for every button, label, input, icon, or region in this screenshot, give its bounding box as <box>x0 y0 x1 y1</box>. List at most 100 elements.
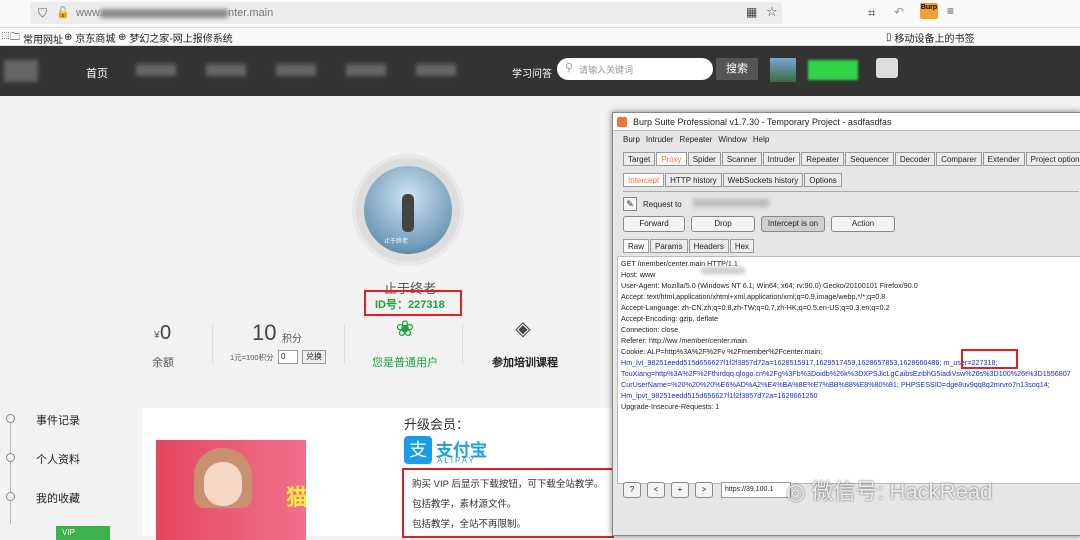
help-button[interactable]: ? <box>623 482 641 498</box>
crop-icon[interactable]: ⌗ <box>868 5 875 21</box>
user-id-highlight: ID号：227318 <box>364 290 462 316</box>
add-button[interactable]: + <box>671 482 689 498</box>
user-avatar-small[interactable] <box>770 58 796 82</box>
menu-window[interactable]: Window <box>718 135 746 144</box>
star-icon[interactable]: ☆ <box>766 4 778 20</box>
drop-button[interactable]: Drop <box>691 216 755 232</box>
header-accept: Accept: text/html,application/xhtml+xml,… <box>621 292 886 301</box>
header-host: Host: www <box>621 270 656 279</box>
search-field[interactable]: https://39.100.1 <box>721 482 791 498</box>
forward-button[interactable]: Forward <box>623 216 685 232</box>
burp-title: Burp Suite Professional v1.7.30 - Tempor… <box>633 117 892 127</box>
tab-intercept[interactable]: Intercept <box>623 173 665 187</box>
search-button[interactable]: 搜索 <box>716 58 758 80</box>
globe-icon: ⊕ <box>64 32 73 43</box>
tab-scanner[interactable]: Scanner <box>721 152 762 166</box>
sidebar-item-favorites[interactable]: 我的收藏 <box>36 490 80 506</box>
tab-websockets-history[interactable]: WebSockets history <box>722 173 804 187</box>
points-unit: 积分 <box>282 334 302 345</box>
avatar[interactable]: 止于终老 <box>356 158 460 262</box>
qr-icon[interactable]: ▦ <box>746 5 757 19</box>
action-button[interactable]: Action <box>831 216 895 232</box>
burp-extension-icon[interactable]: Burp <box>920 3 938 19</box>
tab-params[interactable]: Params <box>650 239 688 253</box>
folder-icon: 🗀 <box>10 32 20 43</box>
undo-icon[interactable]: ↶ <box>894 5 904 19</box>
tab-raw[interactable]: Raw <box>623 239 650 253</box>
vip-description-box: 购买 VIP 后显示下载按钮，可下载全站教学。 包括教学，素材源文件。 包括教学… <box>402 468 614 538</box>
tab-headers[interactable]: Headers <box>688 239 729 253</box>
medal-icon[interactable]: ❀ <box>392 316 418 346</box>
avatar-caption: 止于终老 <box>384 239 409 245</box>
nav-qa[interactable]: 学习问答 <box>512 65 552 80</box>
promo-banner[interactable]: 猫 <box>156 440 306 540</box>
tab-repeater[interactable]: Repeater <box>801 152 845 166</box>
tab-project-options[interactable]: Project options <box>1025 152 1080 166</box>
nav-item-redacted[interactable] <box>416 64 456 76</box>
url-field[interactable]: ⛉ 🔓 www. nter.main ▦ ☆ <box>30 2 782 24</box>
bookmark-item-mobile[interactable]: ▯ 移动设备上的书签 <box>886 30 975 45</box>
prev-button[interactable]: < <box>647 482 665 498</box>
vip-button[interactable]: VIP <box>56 526 110 540</box>
timeline-dot <box>6 414 15 423</box>
header-user-agent: User-Agent: Mozilla/5.0 (Windows NT 6.1;… <box>621 281 918 290</box>
header-referer: Referer: http://ww /member/center.main <box>621 336 747 345</box>
search-input[interactable]: ⚲ 请输入关键词 <box>557 58 713 80</box>
burp-proxy-tabs: Intercept HTTP history WebSockets histor… <box>623 173 842 187</box>
menu-help[interactable]: Help <box>753 135 769 144</box>
member-status[interactable]: 您是普通用户 <box>372 354 438 370</box>
next-button[interactable]: > <box>695 482 713 498</box>
exchange-button[interactable]: 兑换 <box>302 350 326 364</box>
search-placeholder: 请输入关键词 <box>579 65 634 75</box>
wechat-icon: ◎ <box>786 479 806 504</box>
burp-logo-icon <box>617 117 627 127</box>
header-accept-encoding: Accept-Encoding: gzip, deflate <box>621 314 719 323</box>
tab-sequencer[interactable]: Sequencer <box>845 152 894 166</box>
status-badge <box>808 60 858 80</box>
search-icon: ⚲ <box>565 62 574 74</box>
sidebar-item-events[interactable]: 事件记录 <box>36 412 80 428</box>
nav-item-redacted[interactable] <box>346 64 386 76</box>
nav-home[interactable]: 首页 <box>86 65 108 81</box>
tab-options[interactable]: Options <box>804 173 842 187</box>
intercept-toggle[interactable]: Intercept is on <box>761 216 825 232</box>
nav-item-redacted[interactable] <box>206 64 246 76</box>
tab-proxy[interactable]: Proxy <box>656 152 687 166</box>
header-upgrade: Upgrade-Insecure-Requests: 1 <box>621 402 720 411</box>
tab-intruder[interactable]: Intruder <box>762 152 801 166</box>
alipay-label-en: ALIPAY <box>437 456 476 465</box>
currency-symbol: ¥ <box>154 330 160 341</box>
training-link[interactable]: 参加培训课程 <box>492 354 558 370</box>
tab-spider[interactable]: Spider <box>687 152 721 166</box>
tab-http-history[interactable]: HTTP history <box>665 173 722 187</box>
bookmark-item-repair[interactable]: ⊕ 梦幻之家-网上报修系统 <box>118 30 233 45</box>
calendar-icon[interactable] <box>876 58 898 78</box>
exchange-input[interactable]: 0 <box>278 350 298 364</box>
nav-item-redacted[interactable] <box>276 64 316 76</box>
banner-face <box>204 462 242 506</box>
user-id: ID号：227318 <box>375 299 445 311</box>
menu-repeater[interactable]: Repeater <box>679 135 712 144</box>
menu-intruder[interactable]: Intruder <box>646 135 674 144</box>
sidebar-item-profile[interactable]: 个人资料 <box>36 451 80 467</box>
alipay-icon: 支 <box>404 436 432 464</box>
globe-icon: ⊕ <box>118 32 127 43</box>
bookmark-item-common[interactable]: 🗀 常用网址 <box>10 30 63 47</box>
raw-request-editor[interactable]: GET /member/center.main HTTP/1.1 Host: w… <box>617 256 1080 484</box>
header-accept-language: Accept-Language: zh-CN,zh;q=0.8,zh-TW;q=… <box>621 303 890 312</box>
tab-decoder[interactable]: Decoder <box>894 152 936 166</box>
points-value: 10 <box>252 320 277 345</box>
host-redaction <box>701 267 745 274</box>
menu-burp[interactable]: Burp <box>623 135 640 144</box>
edit-icon[interactable]: ✎ <box>623 197 637 211</box>
tab-comparer[interactable]: Comparer <box>936 152 982 166</box>
bookmark-item-jd[interactable]: ⊕ 京东商城 <box>64 30 115 45</box>
url-redaction <box>100 9 228 18</box>
nav-item-redacted[interactable] <box>136 64 176 76</box>
sidebar: 事件记录 个人资料 我的收藏 VIP <box>0 406 120 540</box>
tab-target[interactable]: Target <box>623 152 656 166</box>
layers-icon[interactable]: ◈ <box>510 316 536 346</box>
tab-hex[interactable]: Hex <box>729 239 755 253</box>
menu-icon[interactable]: ≡ <box>947 4 954 18</box>
tab-extender[interactable]: Extender <box>982 152 1025 166</box>
